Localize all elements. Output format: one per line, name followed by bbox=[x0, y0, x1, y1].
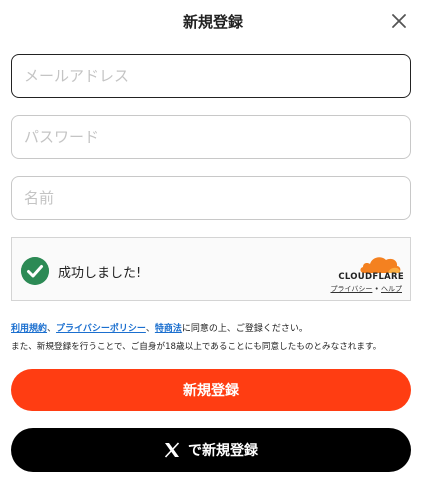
terms-consent: 利用規約、プライバシーポリシー、特商法に同意の上、ご登録ください。 bbox=[11, 321, 308, 334]
cloudflare-logo: CLOUDFLARE bbox=[328, 252, 404, 282]
signup-button[interactable]: 新規登録 bbox=[11, 369, 411, 411]
captcha-link-separator: • bbox=[374, 285, 379, 293]
cloudflare-cloud-icon bbox=[360, 257, 401, 273]
x-signup-button[interactable]: で新規登録 bbox=[11, 428, 411, 472]
terms-link[interactable]: 利用規約 bbox=[11, 324, 47, 334]
modal-header: 新規登録 bbox=[0, 0, 426, 44]
x-signup-button-label: で新規登録 bbox=[188, 443, 258, 459]
terms-separator: 、 bbox=[47, 324, 57, 334]
captcha-status: 成功しました! bbox=[58, 266, 142, 281]
name-field[interactable] bbox=[12, 177, 410, 219]
captcha-links: プライバシー • ヘルプ bbox=[331, 284, 402, 294]
email-field-wrapper bbox=[11, 54, 411, 98]
signup-button-label: 新規登録 bbox=[183, 383, 239, 399]
age-consent-note: また、新規登録を行うことで、ご自身が18歳以上であることにも同意したものとみなさ… bbox=[11, 342, 382, 352]
x-logo-icon bbox=[164, 442, 180, 458]
page-title: 新規登録 bbox=[182, 13, 243, 31]
captcha-help-link[interactable]: ヘルプ bbox=[381, 285, 402, 293]
close-icon[interactable] bbox=[390, 12, 408, 30]
commerce-law-link[interactable]: 特商法 bbox=[155, 324, 182, 334]
captcha-widget: 成功しました! CLOUDFLARE プライバシー • ヘルプ bbox=[11, 237, 411, 301]
checkmark-circle-icon bbox=[21, 257, 49, 285]
privacy-policy-link[interactable]: プライバシーポリシー bbox=[56, 324, 146, 334]
terms-separator: 、 bbox=[145, 324, 155, 334]
email-field[interactable] bbox=[12, 55, 410, 97]
password-field-wrapper bbox=[11, 115, 411, 159]
terms-suffix: に同意の上、ご登録ください。 bbox=[181, 324, 308, 334]
cloudflare-wordmark: CLOUDFLARE bbox=[338, 272, 404, 282]
captcha-privacy-link[interactable]: プライバシー bbox=[331, 285, 373, 293]
password-field[interactable] bbox=[12, 116, 410, 158]
name-field-wrapper bbox=[11, 176, 411, 220]
